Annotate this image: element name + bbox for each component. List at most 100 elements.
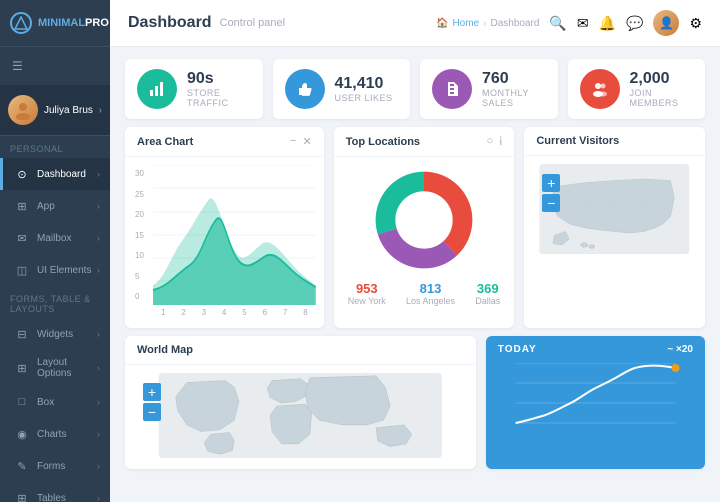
sidebar-item-charts[interactable]: ◉ Charts › [0,418,110,450]
stat-card-sales: 760 MONTHLY SALES [420,59,558,119]
sidebar-logo: MINIMALPRO [0,0,110,47]
arrow-icon: › [97,429,100,439]
traffic-icon [137,69,177,109]
breadcrumb-current: Dashboard [490,18,539,29]
arrow-icon: › [97,397,100,407]
stat-card-traffic: 90s STORE TRAFFIC [125,59,263,119]
close-icon[interactable]: ✕ [302,135,311,148]
stat-value-la: 813 [406,281,455,296]
layout-icon: ⊞ [13,359,31,377]
stat-info-traffic: 90s STORE TRAFFIC [187,70,251,108]
breadcrumb-icon: 🏠 [436,18,448,29]
sidebar-item-label: App [37,201,97,212]
chat-icon[interactable]: 💬 [626,15,643,32]
world-map-header: World Map [125,336,476,365]
stat-value-members: 2,000 [630,70,694,88]
user-avatar[interactable]: 👤 [653,10,679,36]
world-map-title: World Map [137,344,193,356]
map-zoom-in-button[interactable]: + [542,174,560,192]
donut-stat-la: 813 Los Angeles [406,281,455,306]
sales-icon [432,69,472,109]
stat-value-sales: 760 [482,70,546,88]
arrow-icon: › [97,461,100,471]
stat-info-members: 2,000 JOIN MEMBERS [630,70,694,108]
page-title: Dashboard [128,14,212,32]
today-chart-svg [494,363,697,433]
stat-label-sales: MONTHLY SALES [482,88,546,108]
donut-chart-controls: ○ ⅰ [487,135,503,148]
circle-icon[interactable]: ○ [487,135,494,148]
world-map-svg [133,373,468,458]
sidebar-item-mailbox[interactable]: ✉ Mailbox › [0,222,110,254]
minimize-icon[interactable]: − [290,135,296,148]
area-chart-title: Area Chart [137,136,193,148]
today-badge: ~ ×20 [667,344,693,355]
sidebar-item-label: Forms [37,461,97,472]
tables-icon: ⊞ [13,489,31,502]
map-zoom-out-button[interactable]: − [542,194,560,212]
sidebar-item-forms[interactable]: ✎ Forms › [0,450,110,482]
topbar-left: Dashboard Control panel [128,14,285,32]
mail-icon[interactable]: ✉ [577,15,589,32]
breadcrumb-home[interactable]: Home [452,18,479,29]
widgets-icon: ⊟ [13,325,31,343]
donut-chart-title: Top Locations [346,136,420,148]
today-chart-body [486,363,705,444]
stat-info-sales: 760 MONTHLY SALES [482,70,546,108]
arrow-icon: › [97,493,100,502]
sidebar-user[interactable]: Juliya Brus › [0,85,110,136]
sidebar-item-label: UI Elements [37,265,97,276]
world-map-card: World Map + − [125,336,476,469]
bottom-row: World Map + − [110,336,720,479]
sidebar-item-label: Dashboard [37,169,97,180]
sidebar-item-box[interactable]: □ Box › [0,386,110,418]
world-zoom-out-button[interactable]: − [143,403,161,421]
breadcrumb-separator: › [483,18,486,29]
stat-card-members: 2,000 JOIN MEMBERS [568,59,706,119]
sidebar-item-tables[interactable]: ⊞ Tables › [0,482,110,502]
mail-icon: ✉ [13,229,31,247]
stat-value-newyork: 953 [348,281,386,296]
section-label-personal: PERSONAL [0,136,110,158]
arrow-icon: › [97,201,100,211]
stat-city-la: Los Angeles [406,296,455,306]
donut-stat-dallas: 369 Dallas [475,281,500,306]
bell-icon[interactable]: 🔔 [599,15,616,32]
donut-chart-body: 953 New York 813 Los Angeles 369 Dallas [334,157,515,314]
username: Juliya Brus [44,105,99,116]
search-icon[interactable]: 🔍 [549,15,566,32]
today-card: TODAY ~ ×20 [486,336,705,469]
sidebar-item-dashboard[interactable]: ⊙ Dashboard › [0,158,110,190]
donut-chart-header: Top Locations ○ ⅰ [334,127,515,157]
sidebar: MINIMALPRO ☰ Juliya Brus › PERSONAL ⊙ Da… [0,0,110,502]
stat-value-traffic: 90s [187,70,251,88]
sidebar-item-widgets[interactable]: ⊟ Widgets › [0,318,110,350]
sidebar-item-ui-elements[interactable]: ◫ UI Elements › [0,254,110,286]
section-label-forms: FORMS, TABLE & LAYOUTS [0,286,110,318]
y-axis-labels: 30 25 20 15 10 5 0 [133,165,153,305]
settings-icon[interactable]: ⚙ [689,15,702,32]
sidebar-item-layout[interactable]: ⊞ Layout Options › [0,350,110,386]
arrow-icon: › [97,265,100,275]
sidebar-item-label: Mailbox [37,233,97,244]
arrow-icon: › [97,233,100,243]
stat-value-likes: 41,410 [335,75,393,93]
area-chart-header: Area Chart − ✕ [125,127,324,157]
arrow-icon: › [97,169,100,179]
app-icon: ⊞ [13,197,31,215]
info-icon[interactable]: ⅰ [499,135,502,148]
forms-icon: ✎ [13,457,31,475]
sidebar-item-app[interactable]: ⊞ App › [0,190,110,222]
donut-stat-newyork: 953 New York [348,281,386,306]
area-chart-svg [153,165,316,305]
area-chart-card: Area Chart − ✕ 30 25 20 15 10 5 0 [125,127,324,328]
world-zoom-in-button[interactable]: + [143,383,161,401]
stats-row: 90s STORE TRAFFIC 41,410 USER LIKES 760 … [110,47,720,127]
x-axis-labels: 12345678 [153,308,316,317]
breadcrumb: 🏠 Home › Dashboard [436,18,539,29]
stat-label-likes: USER LIKES [335,93,393,103]
visitors-body: + − [524,156,705,265]
charts-row: Area Chart − ✕ 30 25 20 15 10 5 0 [110,127,720,336]
hamburger-button[interactable]: ☰ [0,47,110,85]
main-content: Dashboard Control panel 🏠 Home › Dashboa… [110,0,720,502]
